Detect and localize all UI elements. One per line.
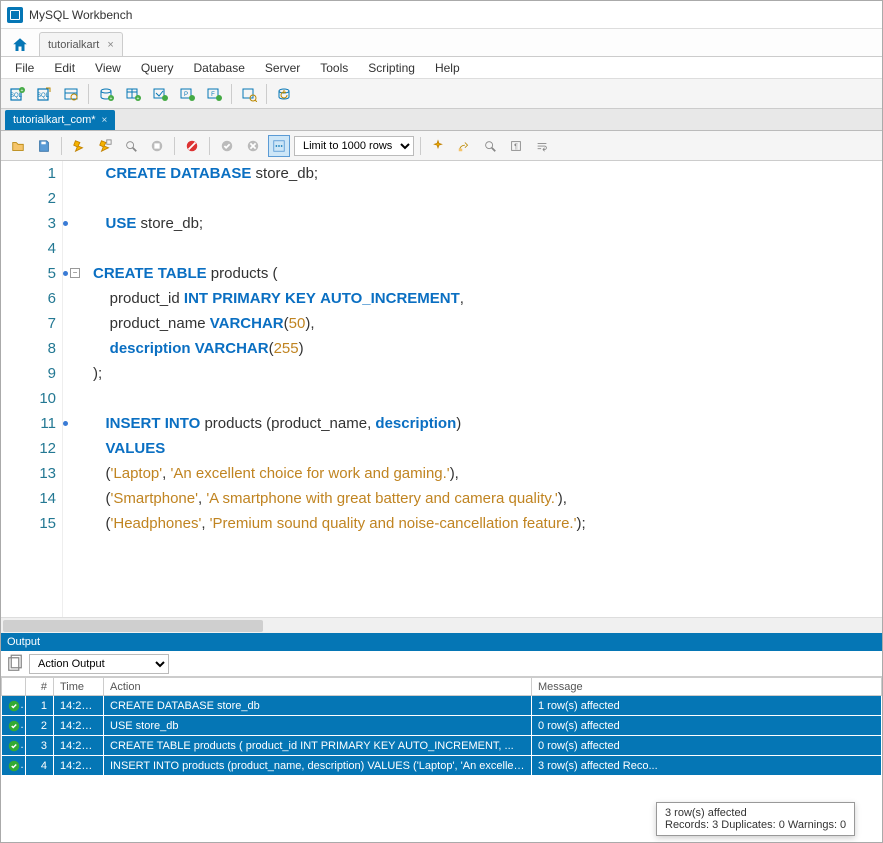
status-success-icon	[2, 716, 26, 736]
connection-tab-row: tutorialkart ×	[1, 29, 882, 57]
output-panel-title: Output	[1, 633, 882, 651]
wrap-icon[interactable]	[531, 135, 553, 157]
tooltip-line: 3 row(s) affected	[665, 807, 846, 819]
output-row[interactable]: 114:20:06CREATE DATABASE store_db1 row(s…	[2, 696, 882, 716]
title-bar: MySQL Workbench	[1, 1, 882, 29]
rollback-icon[interactable]	[242, 135, 264, 157]
status-success-icon	[2, 756, 26, 776]
toggle-autocommit-icon[interactable]	[181, 135, 203, 157]
new-schema-icon[interactable]: +	[94, 82, 118, 106]
menu-edit[interactable]: Edit	[44, 57, 85, 79]
new-view-icon[interactable]	[148, 82, 172, 106]
reconnect-icon[interactable]	[272, 82, 296, 106]
tooltip: 3 row(s) affected Records: 3 Duplicates:…	[656, 802, 855, 836]
find-replace-icon[interactable]	[453, 135, 475, 157]
toggle-whitespace-icon[interactable]	[268, 135, 290, 157]
app-icon	[7, 7, 23, 23]
output-copy-icon[interactable]	[5, 654, 25, 674]
new-table-icon[interactable]: +	[121, 82, 145, 106]
menu-tools[interactable]: Tools	[310, 57, 358, 79]
stop-icon[interactable]	[146, 135, 168, 157]
app-title: MySQL Workbench	[29, 8, 132, 22]
output-column-header[interactable]	[2, 678, 26, 696]
new-procedure-icon[interactable]: P	[175, 82, 199, 106]
search-icon[interactable]	[479, 135, 501, 157]
svg-text:+: +	[110, 96, 113, 102]
search-table-data-icon[interactable]	[237, 82, 261, 106]
close-icon[interactable]: ×	[102, 115, 108, 126]
main-toolbar: SQL+ SQL + + P F	[1, 79, 882, 109]
inspector-icon[interactable]	[59, 82, 83, 106]
execute-current-icon[interactable]	[94, 135, 116, 157]
new-function-icon[interactable]: F	[202, 82, 226, 106]
save-icon[interactable]	[33, 135, 55, 157]
menu-server[interactable]: Server	[255, 57, 310, 79]
new-sql-tab-icon[interactable]: SQL+	[5, 82, 29, 106]
open-sql-script-icon[interactable]: SQL	[32, 82, 56, 106]
menu-database[interactable]: Database	[184, 57, 255, 79]
editor-tab-label: tutorialkart_com*	[13, 114, 96, 126]
execute-icon[interactable]	[68, 135, 90, 157]
svg-text:+: +	[21, 88, 24, 94]
editor-tab-row: tutorialkart_com* ×	[1, 109, 882, 131]
open-file-icon[interactable]	[7, 135, 29, 157]
output-column-header[interactable]: #	[26, 678, 54, 696]
svg-text:F: F	[211, 92, 215, 98]
output-toolbar: Action Output	[1, 651, 882, 677]
explain-icon[interactable]	[120, 135, 142, 157]
commit-icon[interactable]	[216, 135, 238, 157]
menu-view[interactable]: View	[85, 57, 131, 79]
limit-rows-select[interactable]: Limit to 1000 rows	[294, 136, 414, 156]
connection-tab[interactable]: tutorialkart ×	[39, 32, 123, 56]
output-column-header[interactable]: Action	[104, 678, 532, 696]
toggle-invisible-icon[interactable]: ¶	[505, 135, 527, 157]
menu-scripting[interactable]: Scripting	[358, 57, 425, 79]
menu-help[interactable]: Help	[425, 57, 470, 79]
output-row[interactable]: 214:20:06USE store_db0 row(s) affected	[2, 716, 882, 736]
status-success-icon	[2, 696, 26, 716]
sql-editor[interactable]: 12345−6789101112131415 CREATE DATABASE s…	[1, 161, 882, 617]
svg-text:SQL: SQL	[37, 93, 50, 99]
svg-text:P: P	[184, 92, 188, 98]
menu-bar: FileEditViewQueryDatabaseServerToolsScri…	[1, 57, 882, 79]
connection-tab-label: tutorialkart	[48, 39, 99, 51]
output-row[interactable]: 414:20:06INSERT INTO products (product_n…	[2, 756, 882, 776]
status-success-icon	[2, 736, 26, 756]
beautify-icon[interactable]	[427, 135, 449, 157]
output-table: #TimeActionMessage 114:20:06CREATE DATAB…	[1, 677, 882, 776]
menu-query[interactable]: Query	[131, 57, 184, 79]
tooltip-line: Records: 3 Duplicates: 0 Warnings: 0	[665, 819, 846, 831]
output-type-select[interactable]: Action Output	[29, 654, 169, 674]
horizontal-scrollbar[interactable]	[1, 617, 882, 633]
output-column-header[interactable]: Message	[532, 678, 882, 696]
menu-file[interactable]: File	[5, 57, 44, 79]
svg-text:¶: ¶	[514, 143, 518, 150]
output-column-header[interactable]: Time	[54, 678, 104, 696]
editor-toolbar: Limit to 1000 rows ¶	[1, 131, 882, 161]
close-icon[interactable]: ×	[107, 39, 113, 51]
home-icon[interactable]	[5, 34, 35, 56]
output-row[interactable]: 314:20:06CREATE TABLE products ( product…	[2, 736, 882, 756]
svg-text:+: +	[137, 96, 140, 102]
editor-tab[interactable]: tutorialkart_com* ×	[5, 110, 115, 130]
